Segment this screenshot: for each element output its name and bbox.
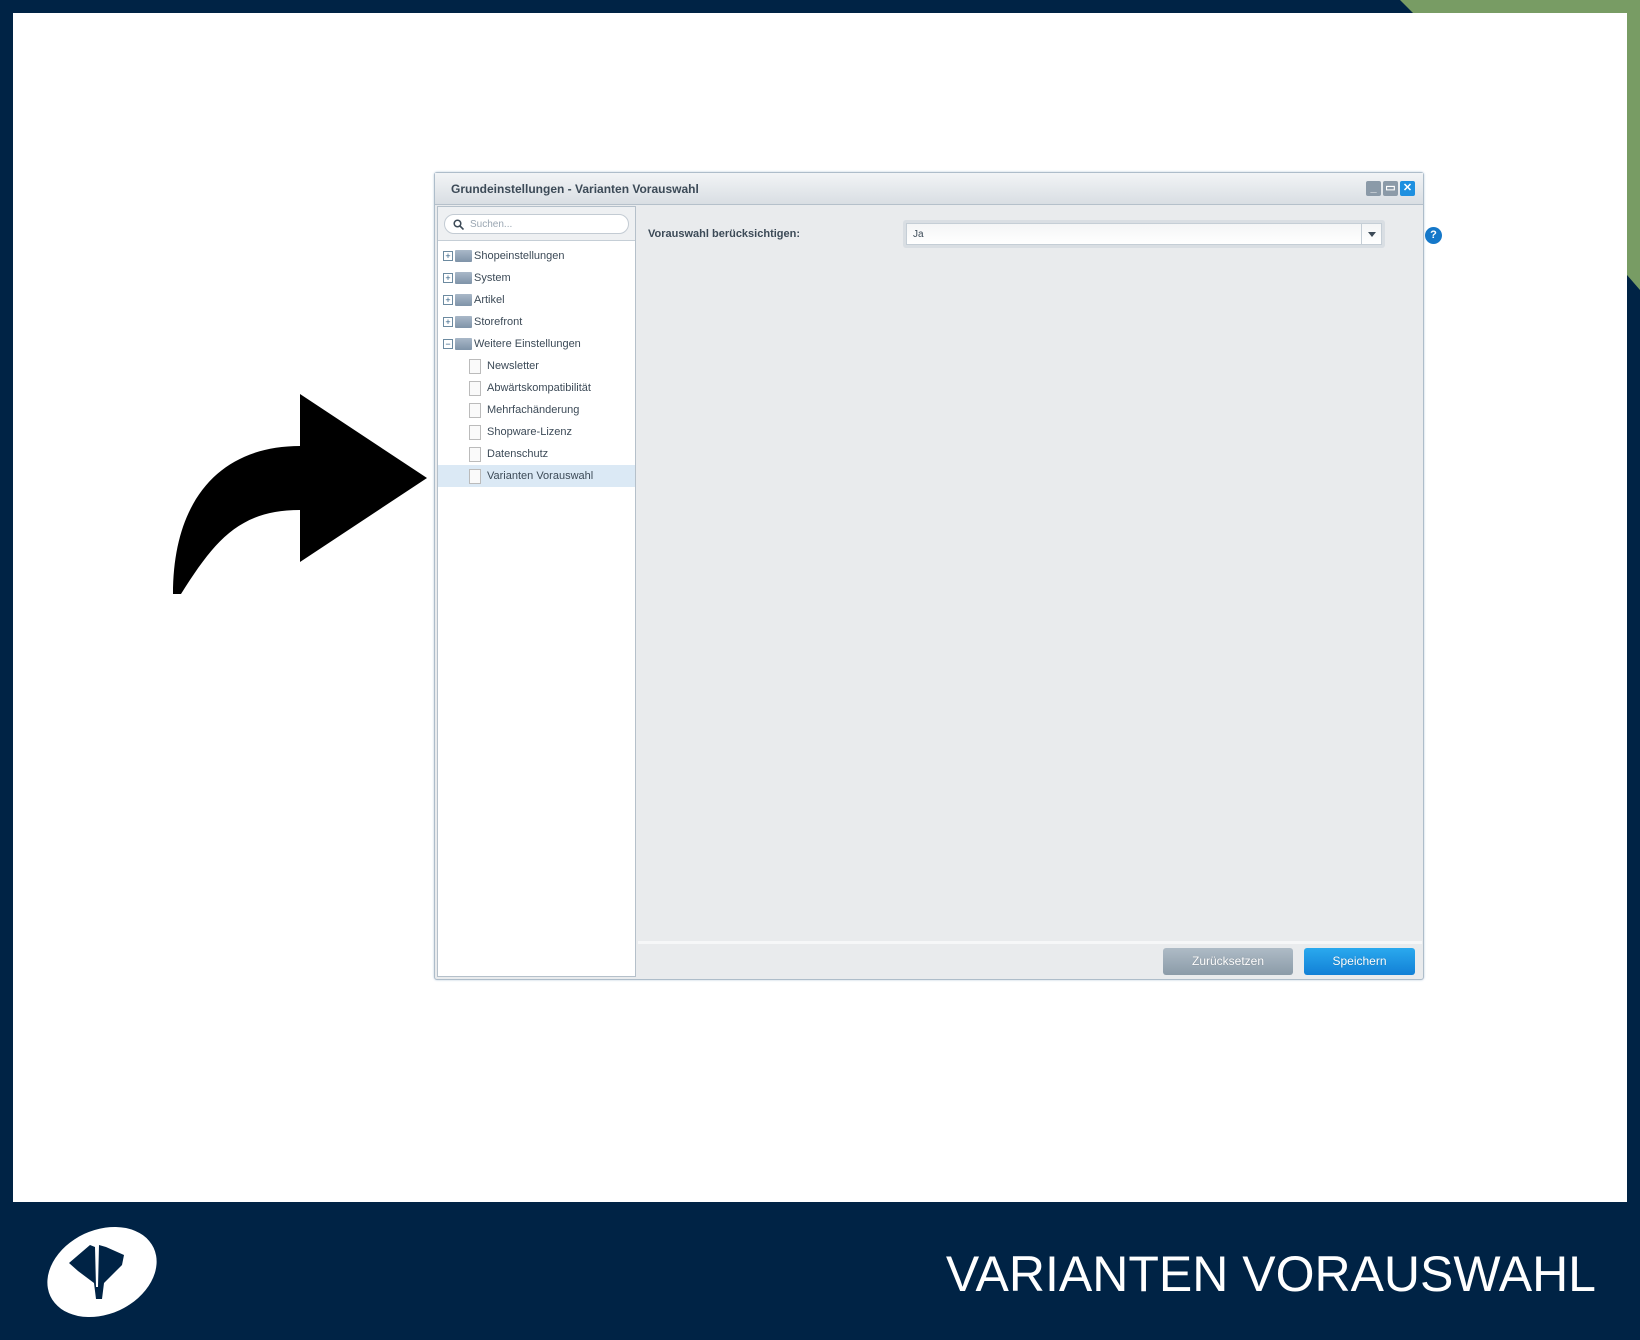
collapse-icon[interactable]: − bbox=[443, 339, 453, 349]
slide-title: VARIANTEN VORAUSWAHL bbox=[945, 1246, 1596, 1302]
tree-item-label: Mehrfachänderung bbox=[487, 404, 580, 416]
page-icon bbox=[469, 468, 481, 484]
brand-logo bbox=[47, 1226, 157, 1318]
folder-icon bbox=[455, 338, 472, 350]
save-button[interactable]: Speichern bbox=[1304, 948, 1415, 975]
minimize-icon[interactable]: _ bbox=[1366, 181, 1381, 196]
tree-item[interactable]: + Shopeinstellungen bbox=[438, 245, 635, 267]
tree-item-label: System bbox=[474, 272, 511, 284]
help-icon[interactable]: ? bbox=[1425, 227, 1442, 244]
tree-item[interactable]: Mehrfachänderung bbox=[438, 399, 635, 421]
tree-item-label: Shopeinstellungen bbox=[474, 250, 565, 262]
settings-form-panel: Vorauswahl berücksichtigen: Ja ? Zurücks… bbox=[638, 206, 1442, 977]
search-placeholder: Suchen... bbox=[470, 218, 513, 230]
close-icon[interactable]: ✕ bbox=[1400, 181, 1415, 196]
window-titlebar[interactable]: Grundeinstellungen - Varianten Vorauswah… bbox=[435, 173, 1423, 205]
tree-item-label: Storefront bbox=[474, 316, 523, 328]
tree-item-label: Weitere Einstellungen bbox=[474, 338, 581, 350]
vorauswahl-label: Vorauswahl berücksichtigen: bbox=[648, 228, 801, 240]
page-icon bbox=[469, 358, 481, 374]
expand-icon[interactable]: + bbox=[443, 317, 453, 327]
tree-item[interactable]: Abwärtskompatibilität bbox=[438, 377, 635, 399]
page-icon bbox=[469, 402, 481, 418]
settings-tree: + Shopeinstellungen + System + Artikel + Storef… bbox=[438, 241, 635, 487]
page-icon bbox=[469, 446, 481, 462]
settings-window: Grundeinstellungen - Varianten Vorauswah… bbox=[434, 172, 1442, 980]
tree-item[interactable]: Varianten Vorauswahl bbox=[438, 465, 635, 487]
tree-item[interactable]: Datenschutz bbox=[438, 443, 635, 465]
maximize-icon[interactable]: ▭ bbox=[1383, 181, 1398, 196]
settings-tree-panel: Suchen... + Shopeinstellungen + System + Arti… bbox=[437, 206, 636, 977]
folder-icon bbox=[455, 272, 472, 284]
tree-item-label: Newsletter bbox=[487, 360, 539, 372]
tree-item[interactable]: + System bbox=[438, 267, 635, 289]
vorauswahl-value: Ja bbox=[913, 229, 924, 240]
reset-button[interactable]: Zurücksetzen bbox=[1163, 948, 1293, 975]
expand-icon[interactable]: + bbox=[443, 295, 453, 305]
tree-item[interactable]: Shopware-Lizenz bbox=[438, 421, 635, 443]
vorauswahl-select[interactable]: Ja bbox=[903, 220, 1385, 248]
search-input[interactable]: Suchen... bbox=[444, 214, 629, 234]
tree-item[interactable]: Newsletter bbox=[438, 355, 635, 377]
folder-icon bbox=[455, 250, 472, 262]
tree-item-label: Varianten Vorauswahl bbox=[487, 470, 594, 482]
search-icon bbox=[453, 218, 464, 230]
tree-item[interactable]: + Storefront bbox=[438, 311, 635, 333]
chevron-down-icon[interactable] bbox=[1361, 224, 1381, 244]
page-icon bbox=[469, 380, 481, 396]
tree-item-label: Artikel bbox=[474, 294, 505, 306]
tree-item[interactable]: − Weitere Einstellungen bbox=[438, 333, 635, 355]
tree-item-label: Shopware-Lizenz bbox=[487, 426, 572, 438]
folder-icon bbox=[455, 294, 472, 306]
expand-icon[interactable]: + bbox=[443, 251, 453, 261]
tree-item-label: Abwärtskompatibilität bbox=[487, 382, 591, 394]
tree-item[interactable]: + Artikel bbox=[438, 289, 635, 311]
window-title: Grundeinstellungen - Varianten Vorauswah… bbox=[451, 182, 699, 196]
page-icon bbox=[469, 424, 481, 440]
folder-icon bbox=[455, 316, 472, 328]
expand-icon[interactable]: + bbox=[443, 273, 453, 283]
form-footer: Zurücksetzen Speichern bbox=[638, 941, 1422, 977]
tree-item-label: Datenschutz bbox=[487, 448, 549, 460]
curved-arrow-icon bbox=[173, 394, 427, 594]
